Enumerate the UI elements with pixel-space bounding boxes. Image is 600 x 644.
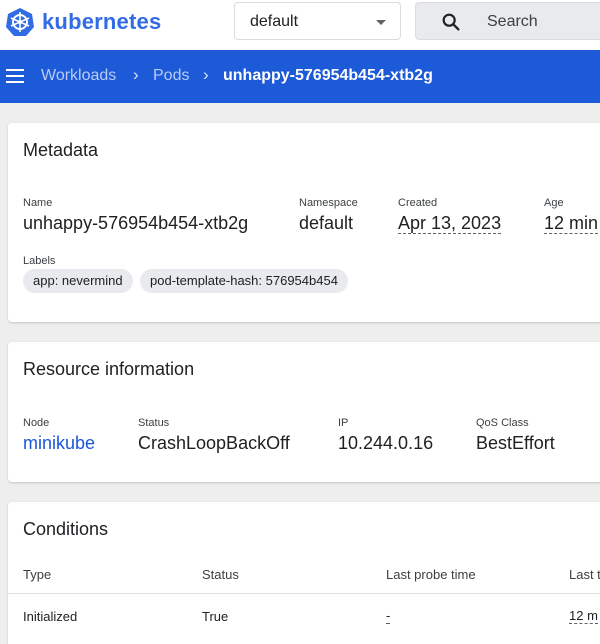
age-value[interactable]: 12 min	[544, 213, 599, 234]
conditions-title: Conditions	[23, 519, 109, 539]
search-button[interactable]: Search	[415, 2, 600, 40]
breadcrumb-bar: Workloads › Pods › unhappy-576954b454-xt…	[0, 50, 600, 103]
breadcrumb-pods[interactable]: Pods	[153, 67, 189, 85]
metadata-title: Metadata	[23, 140, 99, 160]
created-label: Created	[398, 197, 438, 209]
namespace-value: default	[299, 213, 354, 233]
brand-name[interactable]: kubernetes	[42, 9, 161, 35]
node-label: Node	[23, 417, 50, 429]
node-link[interactable]: minikube	[23, 433, 95, 454]
label-chip[interactable]: pod-template-hash: 576954b454	[140, 269, 348, 293]
resource-information-title: Resource information	[23, 359, 195, 379]
top-bar: kubernetes default Search	[0, 0, 600, 50]
qos-class-value: BestEffort	[476, 433, 555, 453]
column-header-type[interactable]: Type	[23, 567, 51, 582]
table-divider	[8, 593, 600, 594]
created-value[interactable]: Apr 13, 2023	[398, 213, 502, 234]
name-value: unhappy-576954b454-xtb2g	[23, 213, 249, 233]
search-label: Search	[487, 13, 538, 30]
kubernetes-logo-icon[interactable]	[5, 7, 35, 37]
breadcrumb-current: unhappy-576954b454-xtb2g	[223, 67, 433, 84]
column-header-last-transition-time[interactable]: Last t	[569, 567, 600, 582]
qos-class-label: QoS Class	[476, 417, 529, 429]
status-value: CrashLoopBackOff	[138, 433, 290, 453]
caret-down-icon	[376, 20, 386, 25]
condition-last-probe-cell[interactable]: -	[386, 609, 391, 624]
namespace-label: Namespace	[299, 197, 358, 209]
ip-value: 10.244.0.16	[338, 433, 434, 453]
breadcrumb-workloads[interactable]: Workloads	[41, 67, 116, 85]
search-icon	[442, 13, 460, 31]
name-label: Name	[23, 197, 53, 209]
namespace-select-value: default	[250, 13, 299, 30]
age-label: Age	[544, 197, 564, 209]
chevron-right-icon: ›	[203, 65, 209, 84]
hamburger-menu-icon[interactable]	[6, 69, 24, 83]
ip-label: IP	[338, 417, 349, 429]
namespace-select[interactable]: default	[234, 2, 401, 40]
column-header-last-probe-time[interactable]: Last probe time	[386, 567, 476, 582]
condition-last-transition-cell[interactable]: 12 m	[569, 609, 598, 624]
labels-label: Labels	[23, 255, 56, 267]
condition-status-cell: True	[202, 609, 229, 624]
status-label: Status	[138, 417, 170, 429]
label-chip[interactable]: app: nevermind	[23, 269, 133, 293]
column-header-status[interactable]: Status	[202, 567, 239, 582]
chevron-right-icon: ›	[133, 65, 139, 84]
condition-type-cell: Initialized	[23, 609, 78, 624]
